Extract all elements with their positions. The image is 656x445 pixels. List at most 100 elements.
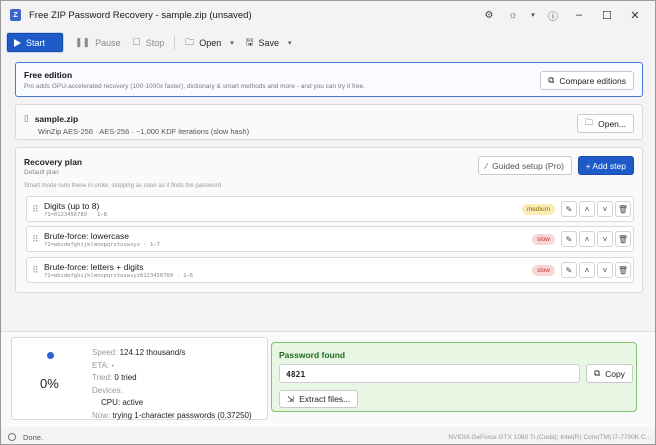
file-panel: ▯ sample.zip WinZip AES-256 · AES-256 · …	[15, 104, 643, 140]
open-label: Open	[199, 37, 222, 48]
progress-indicator-icon	[47, 352, 54, 359]
stop-icon: ☐	[132, 37, 141, 47]
file-info: WinZip AES-256 · AES-256 · ~1,000 KDF it…	[38, 127, 250, 136]
step-detail: ?1=abcdefghijklmnopqrstuvwxyz · 1–7	[44, 242, 160, 248]
edit-icon[interactable]: ✎	[561, 231, 577, 247]
save-label: Save	[258, 37, 279, 48]
speed-badge: slow	[531, 234, 555, 245]
copy-button[interactable]: ⧉ Copy	[586, 364, 633, 383]
now-value: trying 1-character passwords (0.37250)	[112, 410, 252, 420]
cpu-status: CPU: active	[101, 398, 144, 407]
speed-value: 124.12 thousand/s	[119, 348, 186, 357]
trash-icon[interactable]: 🗑	[615, 231, 631, 247]
open-file-label: Open...	[598, 118, 626, 129]
title-bar: Z Free ZIP Password Recovery - sample.zi…	[1, 1, 655, 29]
pause-icon: ❚❚	[75, 37, 91, 47]
compare-icon: ⧉	[548, 75, 555, 85]
step-detail: ?1=abcdefghijklmnopqrstuvwxyz0123456789 …	[44, 273, 194, 279]
plan-subtitle: Default plan	[24, 169, 59, 176]
free-edition-banner: Free edition Pro adds GPU-accelerated re…	[15, 62, 643, 97]
progress-area: 0% Speed: 124.12 thousand/s ETA: - Tried…	[1, 331, 655, 427]
play-icon	[14, 38, 21, 47]
folder-icon: 🗀	[185, 36, 195, 47]
copy-icon: ⧉	[594, 368, 601, 378]
progress-card: 0% Speed: 124.12 thousand/s ETA: - Tried…	[11, 337, 268, 420]
chevron-up-icon[interactable]: ˄	[579, 231, 595, 247]
app-window: Z Free ZIP Password Recovery - sample.zi…	[0, 0, 656, 445]
chevron-up-icon[interactable]: ˄	[579, 262, 595, 278]
tried-label: Tried:	[92, 373, 113, 382]
eta-value: -	[111, 360, 115, 370]
compare-editions-button[interactable]: ⧉ Compare editions	[540, 71, 634, 90]
stop-label: Stop	[145, 37, 165, 48]
gear-icon[interactable]: ⚙	[477, 10, 501, 21]
trash-icon[interactable]: 🗑	[615, 201, 631, 217]
chevron-down-icon[interactable]: ▾	[525, 11, 541, 19]
plan-hint: Smart mode runs these in order, stopping…	[24, 183, 222, 189]
open-file-button[interactable]: 🗀 Open...	[576, 114, 634, 133]
drag-handle-icon[interactable]: ⠿	[32, 234, 39, 245]
free-edition-description: Pro adds GPU-accelerated recovery (100-1…	[24, 83, 366, 90]
window-title: Free ZIP Password Recovery - sample.zip …	[29, 9, 252, 21]
toolbar: Start ❚❚ Pause ☐ Stop 🗀 Open ▾ 🖫 Save ▾	[1, 29, 655, 56]
eta-label: ETA:	[92, 360, 110, 370]
status-icon	[8, 433, 16, 441]
add-step-button[interactable]: + Add step	[577, 156, 634, 175]
maximize-button[interactable]: ☐	[593, 9, 621, 22]
drag-handle-icon[interactable]: ⠿	[32, 265, 39, 276]
extract-label: Extract files...	[299, 394, 351, 404]
wand-icon: ⁄	[485, 160, 488, 171]
chevron-down-icon[interactable]: ▾	[288, 39, 292, 47]
trash-icon[interactable]: 🗑	[615, 262, 631, 278]
start-label: Start	[26, 37, 46, 48]
step-detail: ?1=0123456789 · 1–8	[44, 212, 107, 218]
folder-icon: 🗀	[584, 116, 594, 127]
plan-step[interactable]: ⠿ Brute-force: letters + digits ?1=abcde…	[26, 257, 634, 283]
save-button[interactable]: 🖫 Save ▾	[240, 33, 298, 52]
step-name: Brute-force: letters + digits	[44, 262, 144, 272]
copy-label: Copy	[605, 368, 625, 379]
help-icon[interactable]: ⓘ	[541, 8, 565, 23]
step-name: Brute-force: lowercase	[44, 231, 130, 241]
speed-badge: slow	[531, 265, 555, 276]
open-button[interactable]: 🗀 Open ▾	[179, 33, 240, 52]
start-button[interactable]: Start	[7, 33, 63, 52]
edit-icon[interactable]: ✎	[561, 201, 577, 217]
extract-files-button[interactable]: ⇲ Extract files...	[279, 390, 359, 408]
add-step-label: + Add step	[585, 160, 626, 171]
toolbar-divider	[174, 35, 176, 50]
plan-step[interactable]: ⠿ Digits (up to 8) ?1=0123456789 · 1–8 m…	[26, 196, 634, 222]
file-icon: ▯	[24, 113, 29, 123]
file-name-text: sample.zip	[34, 113, 79, 124]
edit-icon[interactable]: ✎	[561, 262, 577, 278]
extract-icon: ⇲	[287, 393, 295, 404]
guided-setup-button[interactable]: ⁄ Guided setup (Pro)	[477, 156, 572, 175]
close-button[interactable]: ✕	[621, 9, 649, 22]
chevron-down-icon[interactable]: ˅	[597, 201, 613, 217]
progress-percent: 0%	[40, 376, 59, 391]
now-label: Now:	[92, 410, 111, 420]
save-icon: 🖫	[245, 36, 254, 47]
chevron-up-icon[interactable]: ˄	[579, 201, 595, 217]
stop-button[interactable]: ☐ Stop	[127, 33, 171, 52]
tried-value: 0 tried	[114, 373, 137, 382]
minimize-button[interactable]: –	[565, 9, 593, 21]
guided-label: Guided setup (Pro)	[492, 160, 564, 171]
drag-handle-icon[interactable]: ⠿	[32, 204, 39, 215]
pause-label: Pause	[95, 37, 121, 48]
progress-stats: Speed: 124.12 thousand/s ETA: - Tried: 0…	[92, 347, 252, 422]
step-name: Digits (up to 8)	[44, 201, 100, 211]
pause-button[interactable]: ❚❚ Pause	[69, 33, 127, 52]
recovery-plan-panel: Recovery plan Default plan Smart mode ru…	[15, 147, 643, 293]
compare-label: Compare editions	[559, 75, 626, 86]
file-name: ▯ sample.zip	[24, 113, 78, 124]
plan-step[interactable]: ⠿ Brute-force: lowercase ?1=abcdefghijkl…	[26, 226, 634, 252]
theme-sun-icon[interactable]: ☼	[501, 10, 525, 21]
chevron-down-icon[interactable]: ˅	[597, 231, 613, 247]
speed-label: Speed:	[92, 348, 118, 357]
chevron-down-icon[interactable]: ˅	[597, 262, 613, 278]
status-text: Done.	[23, 432, 44, 442]
password-field[interactable]: 4821	[279, 364, 580, 383]
chevron-down-icon[interactable]: ▾	[230, 39, 234, 47]
password-found-card: Password found 4821 ⧉ Copy ⇲ Extract fil…	[271, 342, 637, 412]
